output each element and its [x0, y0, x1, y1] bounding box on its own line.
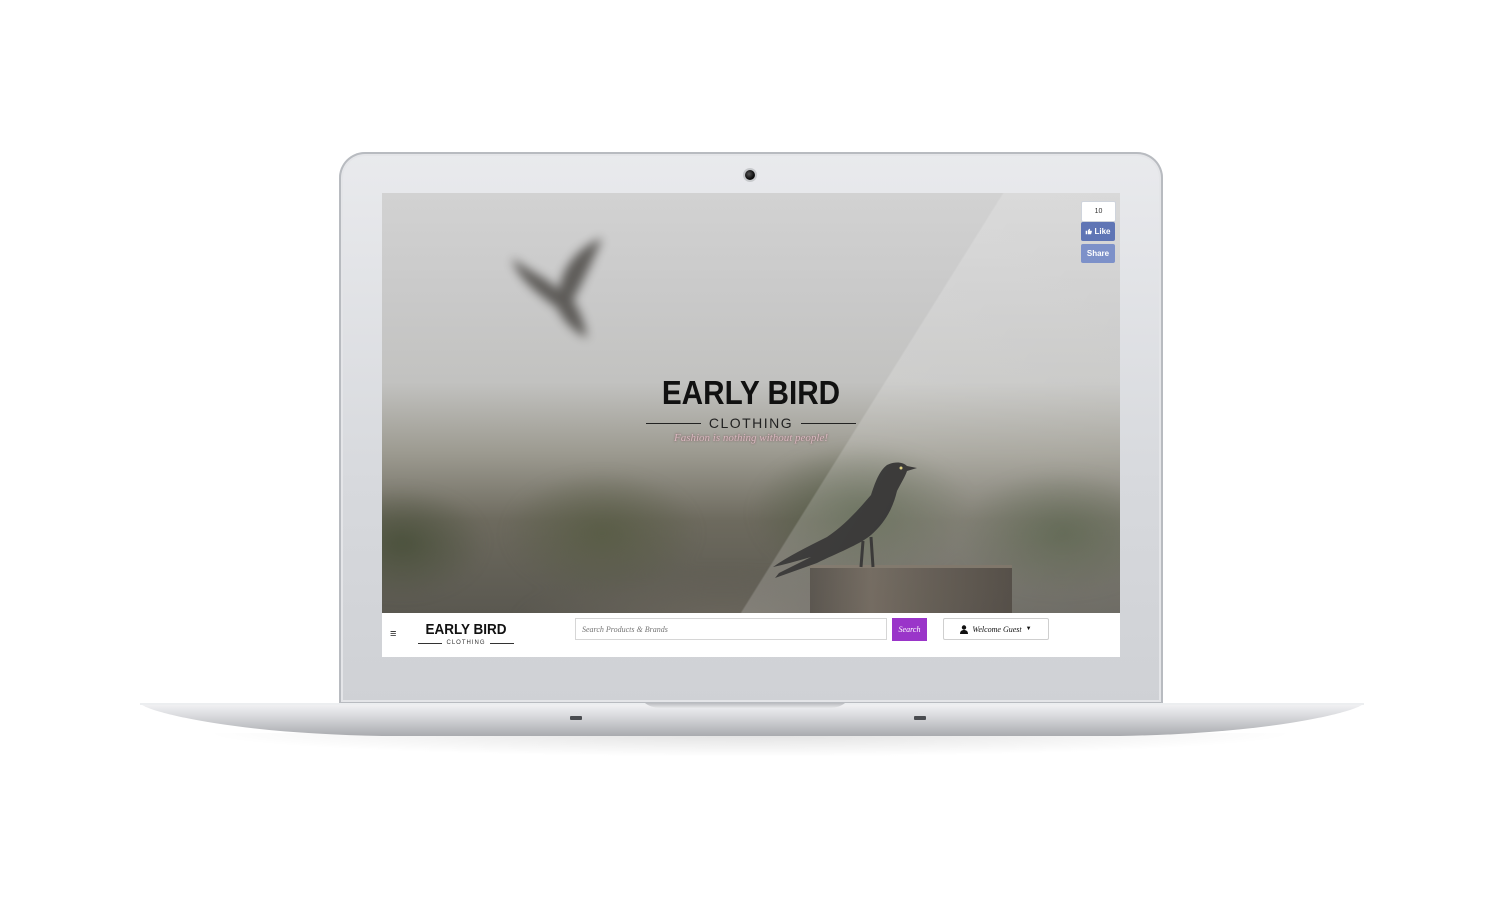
divider-line: [646, 422, 701, 424]
perched-bird-image: [773, 462, 917, 578]
divider-line: [418, 642, 443, 644]
hero-banner: EARLY BIRD CLOTHING Fashion is nothing w…: [382, 193, 1120, 613]
caret-down-icon: ▼: [1025, 626, 1032, 632]
hero-tagline: Fashion is nothing without people!: [674, 432, 828, 444]
user-icon: [960, 624, 969, 634]
navbar-logo-title: EARLY BIRD: [425, 621, 507, 638]
like-count: 10: [1081, 201, 1116, 222]
account-dropdown[interactable]: Welcome Guest ▼: [943, 618, 1049, 640]
hero-title: EARLY BIRD: [661, 374, 841, 411]
navbar-logo-subtitle: CLOTHING: [446, 640, 486, 646]
webcam-icon: [745, 170, 755, 180]
welcome-label: Welcome Guest: [972, 624, 1022, 634]
facebook-share-button[interactable]: Share: [1081, 244, 1115, 263]
navbar-logo[interactable]: EARLY BIRD CLOTHING: [418, 621, 514, 647]
laptop-base: [140, 703, 1364, 736]
search-input[interactable]: [575, 618, 887, 640]
top-navbar: ≡ EARLY BIRD CLOTHING Search Welcome Gue…: [382, 613, 1120, 657]
hero-brand: EARLY BIRD CLOTHING Fashion is nothing w…: [646, 373, 856, 445]
facebook-like-button[interactable]: Like: [1081, 222, 1115, 241]
thumbs-up-icon: [1086, 228, 1093, 235]
laptop-mockup: EARLY BIRD CLOTHING Fashion is nothing w…: [0, 0, 1500, 900]
navbar-logo-subtitle-row: CLOTHING: [418, 639, 514, 647]
hero-subtitle-row: CLOTHING: [646, 415, 856, 431]
laptop-screen: EARLY BIRD CLOTHING Fashion is nothing w…: [382, 193, 1120, 657]
divider-line: [489, 642, 514, 644]
hero-subtitle: CLOTHING: [708, 415, 794, 431]
search-button[interactable]: Search: [892, 618, 927, 641]
divider-line: [801, 422, 856, 424]
flying-bird-image: [512, 238, 602, 338]
hamburger-icon[interactable]: ≡: [390, 628, 399, 640]
like-label: Like: [1094, 227, 1111, 236]
